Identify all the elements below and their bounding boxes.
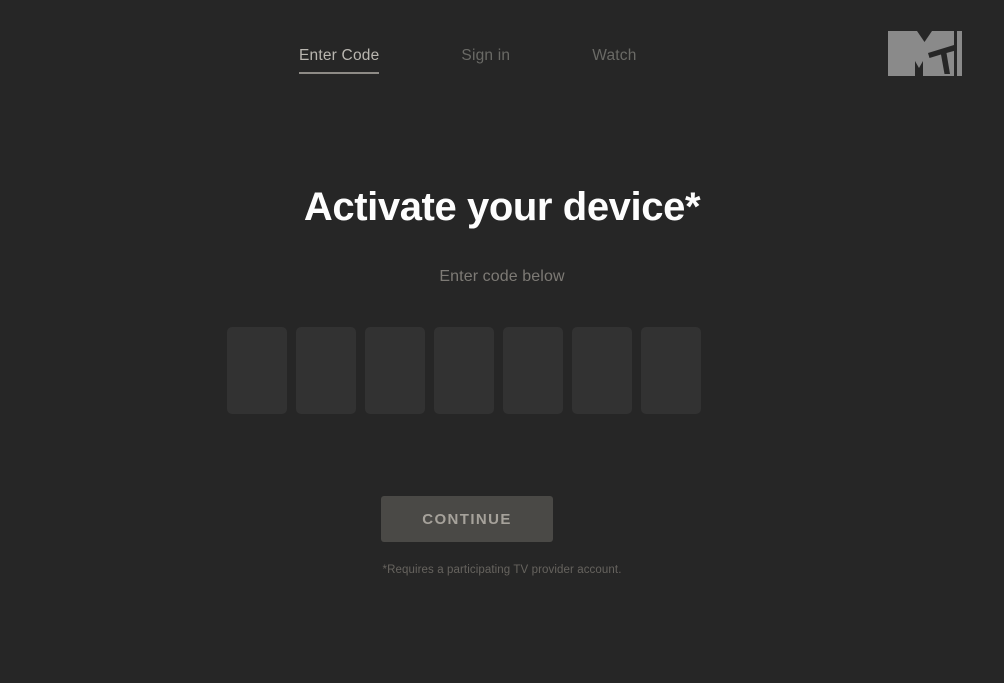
code-input-6[interactable] — [572, 327, 632, 414]
mtv-logo[interactable] — [888, 31, 962, 76]
top-navigation-bar: Enter Code Sign in Watch — [0, 0, 1004, 110]
code-input-7[interactable] — [641, 327, 701, 414]
code-input-2[interactable] — [296, 327, 356, 414]
code-input-5[interactable] — [503, 327, 563, 414]
code-input-1[interactable] — [227, 327, 287, 414]
continue-button[interactable]: CONTINUE — [381, 496, 553, 542]
code-input-3[interactable] — [365, 327, 425, 414]
activation-code-input-group — [227, 327, 707, 414]
nav-item-watch[interactable]: Watch — [592, 46, 636, 66]
page-subtitle: Enter code below — [439, 268, 565, 285]
nav-item-sign-in[interactable]: Sign in — [461, 46, 510, 66]
primary-nav: Enter Code Sign in Watch — [299, 46, 637, 74]
provider-footnote: *Requires a participating TV provider ac… — [382, 564, 622, 576]
nav-item-enter-code[interactable]: Enter Code — [299, 46, 380, 74]
page-title: Activate your device* — [303, 185, 701, 229]
code-input-4[interactable] — [434, 327, 494, 414]
